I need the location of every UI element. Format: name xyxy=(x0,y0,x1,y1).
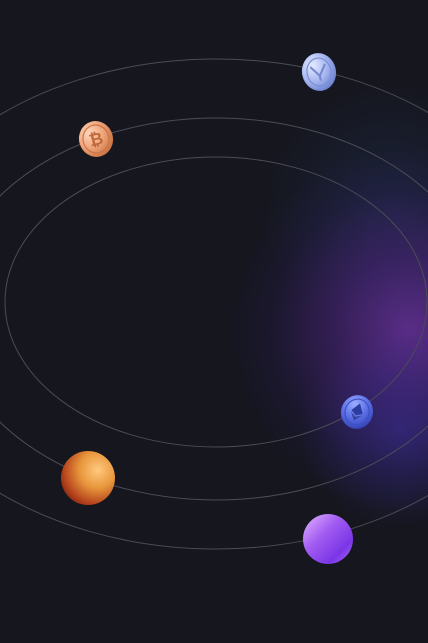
silver-coin-icon xyxy=(301,53,337,91)
bitcoin-coin-icon: ₿ xyxy=(78,121,114,157)
violet-sphere-icon xyxy=(303,514,353,564)
orbit-rings xyxy=(0,58,428,550)
orbit-scene: ₿ xyxy=(0,0,428,643)
orange-sphere-icon xyxy=(61,451,115,505)
orbit-middle xyxy=(0,117,428,501)
ethereum-coin-icon xyxy=(340,395,374,429)
